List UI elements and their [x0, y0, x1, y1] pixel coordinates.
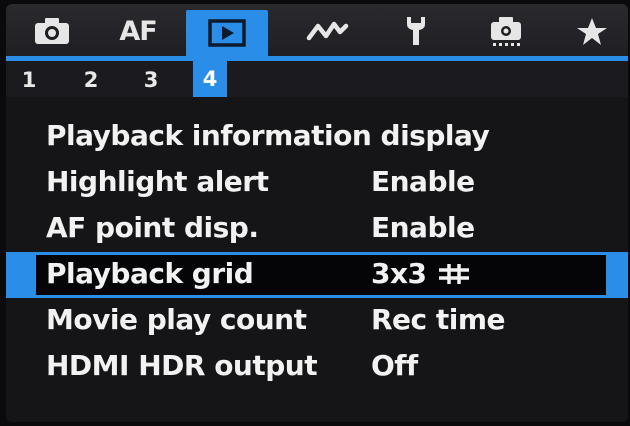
tab-wireless[interactable] — [296, 6, 360, 56]
menu-item-value: Rec time — [371, 303, 506, 336]
wrench-icon — [401, 14, 431, 48]
subtab-4[interactable]: 4 — [193, 61, 227, 97]
menu-tab-bar: AF — [6, 4, 628, 56]
subtab-1[interactable]: 1 — [12, 64, 46, 96]
subtab-3[interactable]: 3 — [134, 64, 168, 96]
camera-icon — [33, 16, 71, 46]
tab-custom[interactable] — [474, 6, 538, 56]
tab-af-label: AF — [119, 15, 157, 47]
menu-item-movie-play-count[interactable]: Movie play count Rec time — [6, 298, 628, 344]
menu-item-hdmi-hdr-output[interactable]: HDMI HDR output Off — [6, 344, 628, 390]
tab-playback[interactable] — [186, 10, 268, 56]
menu-item-value: Off — [371, 349, 418, 382]
menu-item-value-group: 3x3 — [371, 257, 471, 290]
custom-functions-icon — [488, 14, 524, 48]
menu-item-playback-grid[interactable]: Playback grid 3x3 — [6, 252, 628, 298]
playback-icon — [207, 18, 247, 48]
menu-item-label: Movie play count — [46, 303, 307, 336]
grid-3x3-icon — [437, 262, 471, 286]
menu-item-playback-information-display[interactable]: Playback information display — [6, 114, 628, 160]
menu-item-label: Highlight alert — [46, 165, 269, 198]
menu-item-af-point-disp[interactable]: AF point disp. Enable — [6, 206, 628, 252]
menu-list: Playback information display Highlight a… — [6, 114, 628, 390]
menu-item-highlight-alert[interactable]: Highlight alert Enable — [6, 160, 628, 206]
menu-item-value: Enable — [371, 211, 475, 244]
subtab-2[interactable]: 2 — [74, 64, 108, 96]
menu-item-value: Enable — [371, 165, 475, 198]
menu-item-label: HDMI HDR output — [46, 349, 318, 382]
camera-menu-screen: AF 1 2 3 4 Playback information display … — [6, 4, 628, 422]
menu-item-value: 3x3 — [371, 257, 427, 290]
menu-item-label: Playback grid — [46, 257, 254, 290]
tab-setup[interactable] — [384, 6, 448, 56]
subtab-bar: 1 2 3 4 — [6, 61, 628, 97]
star-icon — [576, 16, 608, 46]
tab-af[interactable]: AF — [106, 6, 170, 56]
tab-shooting[interactable] — [20, 6, 84, 56]
menu-item-label: AF point disp. — [46, 211, 259, 244]
wireless-icon — [306, 18, 350, 44]
tab-mymenu[interactable] — [560, 6, 624, 56]
menu-item-label: Playback information display — [46, 119, 490, 152]
